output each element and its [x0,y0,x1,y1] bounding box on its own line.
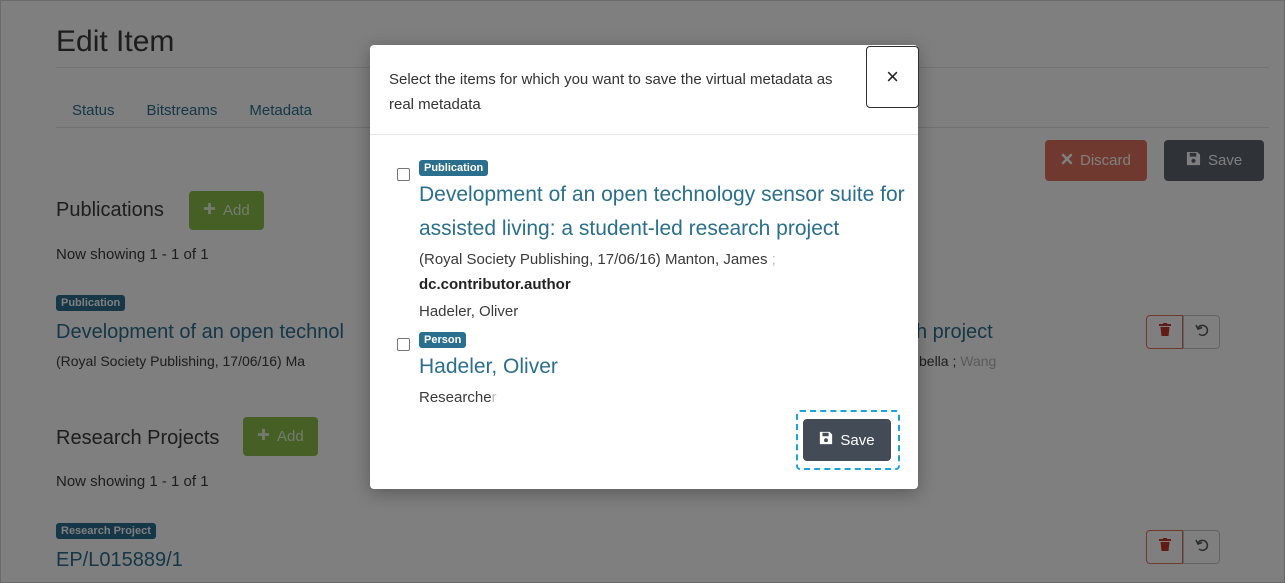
modal-header: Select the items for which you want to s… [370,45,919,135]
person-badge: Person [419,332,467,348]
publication-badge: Publication [419,160,489,176]
modal-title: Select the items for which you want to s… [389,71,833,113]
save-label: Save [840,431,875,449]
metadata-field-value: Hadeler, Oliver [419,303,519,320]
item-checkbox-person[interactable] [397,338,410,351]
close-icon: × [886,64,899,89]
close-button[interactable]: × [866,46,919,108]
item-checkbox-publication[interactable] [397,168,410,181]
publication-meta: (Royal Society Publishing, 17/06/16) Man… [419,251,776,268]
publication-title-link[interactable]: Development of an open technology sensor… [419,178,909,246]
person-subtitle: Researcher [419,389,497,406]
metadata-field-name: dc.contributor.author [419,276,571,293]
floppy-disk-icon [819,431,833,449]
virtual-metadata-modal: Select the items for which you want to s… [370,45,919,489]
app-window: Edit Item Status Bitstreams Metadata Dis… [0,0,1285,583]
person-title-link[interactable]: Hadeler, Oliver [419,350,558,384]
modal-save-button[interactable]: Save [803,419,891,461]
